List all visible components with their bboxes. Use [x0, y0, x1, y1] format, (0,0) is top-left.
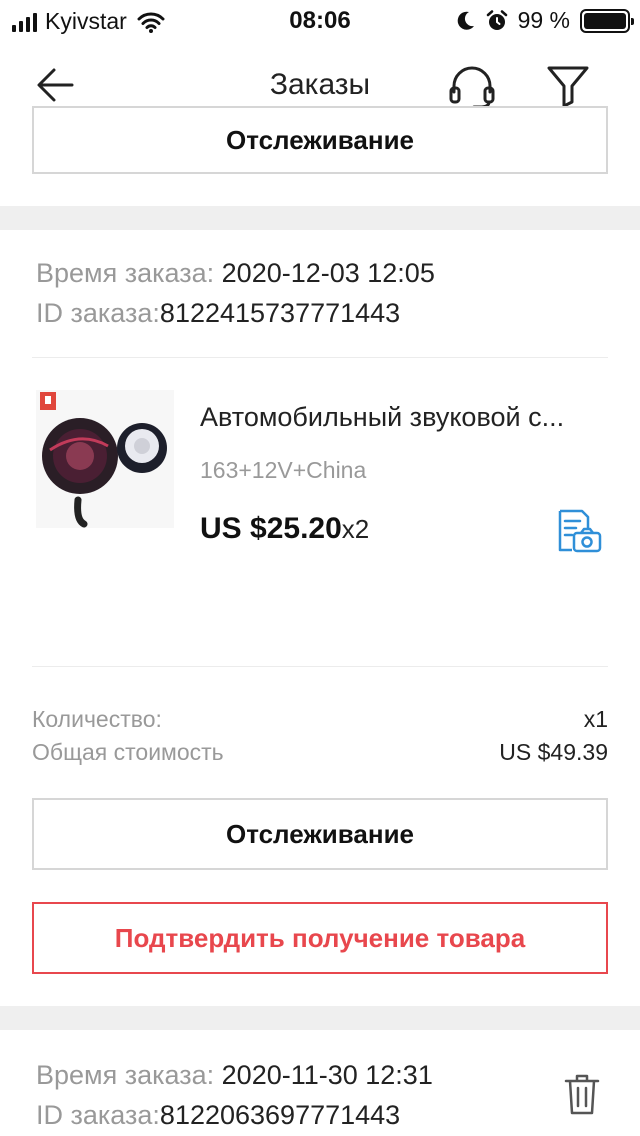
product-title[interactable]: Автомобильный звуковой с... — [200, 402, 610, 433]
next-order-time-value: 2020-11-30 12:31 — [221, 1060, 433, 1090]
order-time-label: Время заказа: — [36, 258, 215, 288]
total-label: Общая стоимость — [32, 739, 224, 765]
wifi-icon — [137, 12, 165, 33]
next-order-time-label: Время заказа: — [36, 1060, 215, 1090]
back-arrow-icon[interactable] — [32, 62, 82, 108]
status-bar: Kyivstar 08:06 99 % — [0, 0, 640, 42]
quantity-label: Количество: — [32, 706, 162, 732]
next-order-id: ID заказа:8122063697771443 — [36, 1100, 400, 1131]
product-price: US $25.20x2 — [200, 512, 369, 546]
total-row: Общая стоимость US $49.39 — [32, 739, 608, 766]
order-id: ID заказа:8122415737771443 — [36, 298, 400, 329]
funnel-filter-icon[interactable] — [540, 60, 596, 110]
product-thumbnail[interactable] — [36, 390, 174, 528]
battery-level — [584, 12, 626, 29]
order-id-label: ID заказа: — [36, 298, 160, 328]
headset-icon[interactable] — [446, 62, 498, 110]
section-divider — [0, 206, 640, 230]
card-divider — [32, 357, 608, 358]
alarm-clock-icon — [486, 9, 507, 30]
product-image — [36, 390, 174, 528]
total-value: US $49.39 — [499, 739, 608, 765]
status-right: 99 % — [456, 7, 634, 34]
quantity-row: Количество: x1 — [32, 706, 608, 733]
tracking-button[interactable]: Отслеживание — [32, 798, 608, 870]
order-time-value: 2020-12-03 12:05 — [221, 258, 435, 288]
product-price-value: US $25.20 — [200, 512, 342, 545]
next-order-id-label: ID заказа: — [36, 1100, 160, 1130]
tracking-button-top-order[interactable]: Отслеживание — [32, 106, 608, 174]
order-time: Время заказа: 2020-12-03 12:05 — [36, 258, 435, 289]
battery-icon — [580, 8, 634, 33]
battery-percent: 99 % — [517, 7, 570, 33]
status-left: Kyivstar — [12, 8, 165, 35]
product-quantity: x2 — [341, 514, 370, 544]
section-divider-2 — [0, 1006, 640, 1030]
trash-icon[interactable] — [562, 1072, 602, 1116]
moon-icon — [457, 11, 474, 30]
carrier-name: Kyivstar — [45, 8, 127, 34]
next-order-time: Время заказа: 2020-11-30 12:31 — [36, 1060, 433, 1091]
confirm-receipt-button[interactable]: Подтвердить получение товара — [32, 902, 608, 974]
card-divider-2 — [32, 666, 608, 667]
order-id-value: 8122415737771443 — [159, 298, 401, 328]
signal-icon — [12, 12, 37, 32]
product-variant: 163+12V+China — [200, 457, 367, 483]
quantity-value: x1 — [583, 706, 608, 732]
document-camera-icon[interactable] — [554, 508, 604, 554]
next-order-id-value: 8122063697771443 — [159, 1100, 401, 1130]
